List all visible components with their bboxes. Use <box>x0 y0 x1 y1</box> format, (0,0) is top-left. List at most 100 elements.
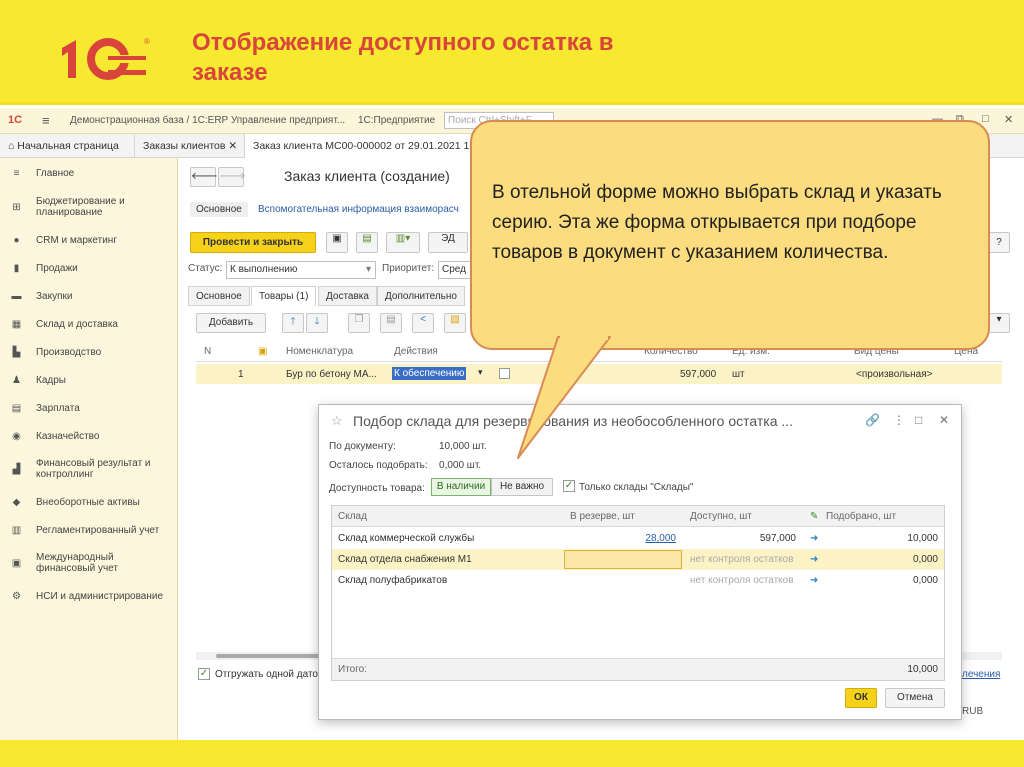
post-and-close-button[interactable]: Провести и закрыть <box>190 232 316 253</box>
menu-icon[interactable]: ≡ <box>42 113 50 128</box>
row-warehouse: Склад полуфабрикатов <box>338 575 448 586</box>
status-select[interactable]: К выполнению ▾ <box>226 261 376 279</box>
create-based-icon[interactable]: ▥▾ <box>386 232 420 253</box>
more-button[interactable]: ▾ <box>988 313 1010 333</box>
cancel-button[interactable]: Отмена <box>885 688 945 708</box>
sidebar-item-regulated[interactable]: ▥ Регламентированный учет <box>10 525 175 536</box>
move-up-icon[interactable]: 🡑 <box>282 313 304 333</box>
row-action[interactable]: К обеспечению <box>392 367 467 380</box>
help-button[interactable]: ? <box>988 232 1010 253</box>
sidebar-item-label: Финансовый результат и контроллинг <box>36 458 151 480</box>
callout-pointer <box>517 336 611 459</box>
ifrs-icon: ▣ <box>11 557 22 569</box>
sidebar-item-warehouse[interactable]: ▦ Склад и доставка <box>10 319 175 330</box>
sidebar-item-label: Кадры <box>36 375 66 386</box>
sidebar-item-budget[interactable]: ⊞ Бюджетирование и планирование <box>10 196 175 218</box>
sections-panel: ≡ Главное ⊞ Бюджетирование и планирование … <box>0 158 178 740</box>
transfer-arrow-icon[interactable]: ➜ <box>810 549 818 570</box>
gear-icon: ⚙ <box>12 591 21 602</box>
callout-note: В отельной форме можно выбрать склад и у… <box>470 120 990 350</box>
sidebar-item-crm[interactable]: ● CRM и маркетинг <box>10 235 175 246</box>
tab-home-label: Начальная страница <box>17 140 119 152</box>
sidebar-item-hr[interactable]: ♟ Кадры <box>10 375 175 386</box>
sidebar-item-sales[interactable]: ▮ Продажи <box>10 263 175 274</box>
row-action-dropdown-icon[interactable]: ▾ <box>478 367 483 378</box>
close-icon[interactable]: ✕ <box>939 413 949 427</box>
in-stock-toggle[interactable]: В наличии <box>431 478 491 496</box>
maximize-icon[interactable]: □ <box>982 113 989 125</box>
minimize-icon[interactable]: □ <box>915 413 922 427</box>
pick-icon[interactable]: ▧ <box>444 313 466 333</box>
sidebar-item-main[interactable]: ≡ Главное <box>10 168 175 179</box>
sidebar-item-finresult[interactable]: ▟ Финансовый результат и контроллинг <box>10 458 175 480</box>
column-n: N <box>204 346 212 357</box>
not-important-toggle[interactable]: Не важно <box>491 478 553 496</box>
row-number: 1 <box>238 369 244 380</box>
row-item: Бур по бетону МА... <box>286 369 377 380</box>
sidebar-item-admin[interactable]: ⚙ НСИ и администрирование <box>10 591 175 602</box>
table-row[interactable]: Склад полуфабрикатов нет контроля остатк… <box>332 570 944 591</box>
copy-icon[interactable]: ❐ <box>348 313 370 333</box>
sidebar-item-label: Зарплата <box>36 403 80 414</box>
ok-button[interactable]: ОК <box>845 688 877 708</box>
tab-basic[interactable]: Основное <box>188 286 250 306</box>
sidebar-item-label: Бюджетирование и планирование <box>36 196 125 218</box>
table-row[interactable]: Склад коммерческой службы 28,000 597,000… <box>332 528 944 549</box>
warehouse-pick-dialog: ☆ Подбор склада для резервирования из не… <box>318 404 962 720</box>
sidebar-item-treasury[interactable]: ◉ Казначейство <box>10 431 175 442</box>
more-icon[interactable]: ⋮ <box>893 413 905 427</box>
close-icon[interactable]: ✕ <box>1004 113 1013 126</box>
tab-additional[interactable]: Дополнительно <box>377 286 465 306</box>
row-price-type: <произвольная> <box>856 369 933 380</box>
row-picked: 0,000 <box>912 554 938 565</box>
transfer-arrow-icon[interactable]: ➜ <box>810 528 818 549</box>
1c-logo: ® <box>62 37 150 80</box>
sidebar-item-ifrs[interactable]: ▣ Международный финансовый учет <box>10 552 175 574</box>
tab-home[interactable]: ⌂ Начальная страница <box>0 134 135 158</box>
salary-icon: ▤ <box>11 403 22 414</box>
factory-icon: ▙ <box>12 347 21 358</box>
link-icon[interactable]: 🔗 <box>865 413 880 427</box>
tab-delivery[interactable]: Доставка <box>318 286 377 306</box>
only-warehouses-checkbox[interactable]: ✓ <box>563 480 575 492</box>
sidebar-item-assets[interactable]: ◆ Внеоборотные активы <box>10 497 175 508</box>
tab-close-icon[interactable]: ✕ <box>228 140 237 152</box>
ship-one-date-checkbox[interactable]: ✓ <box>198 668 210 680</box>
back-button[interactable]: 🡐 <box>190 167 218 187</box>
ship-one-date-label: Отгружать одной дато <box>215 669 318 680</box>
right-link[interactable]: лечения <box>962 669 1000 680</box>
tab-client-order-label: Заказ клиента МС00-000002 от 29.01.2021 … <box>253 140 475 152</box>
app-name: 1С:Предприятие <box>358 115 436 126</box>
sidebar-item-label: Закупки <box>36 291 73 302</box>
sidebar-item-salary[interactable]: ▤ Зарплата <box>10 403 175 414</box>
form-subtab-aux[interactable]: Вспомогательная информация взаиморасч <box>258 204 459 215</box>
favorite-star-icon[interactable]: ☆ <box>331 413 343 429</box>
row-checkbox[interactable] <box>499 368 510 379</box>
save-icon[interactable]: ▣ <box>326 232 348 253</box>
transfer-arrow-icon[interactable]: ➜ <box>810 570 818 591</box>
paste-icon[interactable]: ▤ <box>380 313 402 333</box>
dropdown-arrow-icon: ▾ <box>365 264 371 275</box>
warehouse-icon: ▦ <box>11 319 22 330</box>
tab-client-order[interactable]: Заказ клиента МС00-000002 от 29.01.2021 … <box>245 134 475 158</box>
tab-goods[interactable]: Товары (1) <box>251 286 317 306</box>
share-icon[interactable]: < <box>412 313 434 333</box>
home-icon: ⌂ <box>8 140 18 152</box>
sales-icon: ▮ <box>13 263 20 274</box>
table-row[interactable]: Склад отдела снабжения М1 нет контроля о… <box>332 549 944 570</box>
only-warehouses-label: Только склады "Склады" <box>579 482 694 493</box>
forward-button[interactable]: 🡒 <box>218 167 246 187</box>
add-button[interactable]: Добавить <box>196 313 266 333</box>
row-reserve-input[interactable] <box>564 550 682 569</box>
tab-client-orders[interactable]: Заказы клиентов ✕ <box>135 134 245 158</box>
app-title: Демонстрационная база / 1С:ERP Управлени… <box>70 115 346 126</box>
edo-button[interactable]: ЭД <box>428 232 468 253</box>
post-icon[interactable]: ▤ <box>356 232 378 253</box>
form-subtab-main[interactable]: Основное <box>190 202 248 217</box>
sidebar-item-label: Международный финансовый учет <box>36 552 118 574</box>
sidebar-item-purchases[interactable]: ▬ Закупки <box>10 291 175 302</box>
move-down-icon[interactable]: 🡓 <box>306 313 328 333</box>
sidebar-item-production[interactable]: ▙ Производство <box>10 347 175 358</box>
table-footer: Итого: 10,000 <box>332 658 944 680</box>
row-reserve-link[interactable]: 28,000 <box>632 528 676 549</box>
